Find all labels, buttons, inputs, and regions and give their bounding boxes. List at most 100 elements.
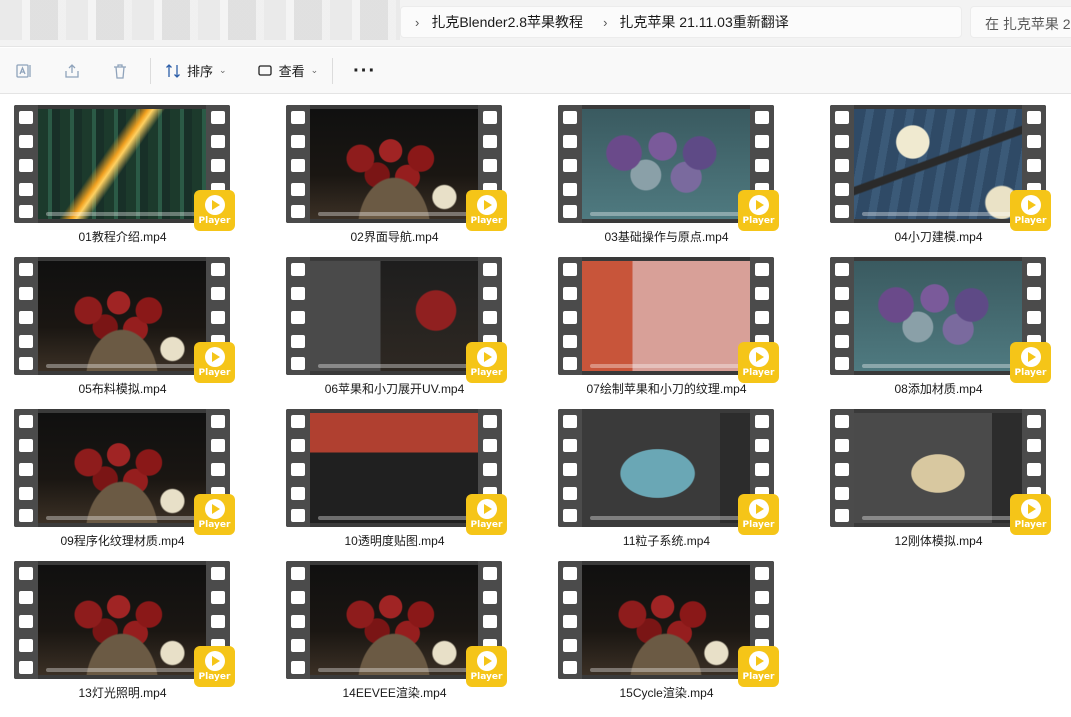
thumbnail-frame (38, 413, 206, 523)
file-name: 10透明度贴图.mp4 (344, 534, 445, 548)
thumbnail-frame (38, 109, 206, 219)
player-app-icon: Player (1010, 342, 1051, 383)
file-name: 15Cycle渲染.mp4 (619, 686, 714, 700)
subtitle-bar (46, 668, 198, 672)
player-app-icon: Player (194, 646, 235, 687)
subtitle-bar (318, 516, 470, 520)
sort-button[interactable]: 排序 ⌄ (157, 55, 235, 87)
file-item[interactable]: Player 04小刀建模.mp4 (816, 95, 1071, 247)
breadcrumb-item-current[interactable]: 扎克苹果 21.11.03重新翻译 (619, 12, 788, 32)
player-app-icon: Player (466, 342, 507, 383)
film-sprocket-strip (286, 105, 310, 223)
player-app-icon: Player (738, 342, 779, 383)
film-sprocket-strip (830, 257, 854, 375)
film-sprocket-strip (286, 409, 310, 527)
file-item[interactable]: Player 13灯光照明.mp4 (0, 551, 272, 703)
file-item[interactable]: Player 12刚体模拟.mp4 (816, 399, 1071, 551)
film-sprocket-strip (830, 409, 854, 527)
view-label: 查看 (278, 64, 305, 79)
breadcrumb[interactable]: › 扎克Blender2.8苹果教程 › 扎克苹果 21.11.03重新翻译 (400, 6, 962, 38)
file-item[interactable]: Player 11粒子系统.mp4 (544, 399, 816, 551)
play-icon (748, 195, 769, 215)
subtitle-bar (318, 212, 470, 216)
play-icon (476, 347, 497, 367)
file-item[interactable]: Player 07绘制苹果和小刀的纹理.mp4 (544, 247, 816, 399)
film-sprocket-strip (558, 561, 582, 679)
film-sprocket-strip (14, 257, 38, 375)
player-app-icon: Player (1010, 494, 1051, 535)
file-item[interactable]: Player 15Cycle渲染.mp4 (544, 551, 816, 703)
player-badge-label: Player (198, 368, 231, 378)
chevron-right-icon[interactable]: › (603, 15, 607, 30)
file-item[interactable]: Player 05布料模拟.mp4 (0, 247, 272, 399)
subtitle-bar (318, 364, 470, 368)
view-button[interactable]: 查看 ⌄ (249, 55, 327, 87)
player-badge-label: Player (198, 520, 231, 530)
file-item[interactable]: Player 10透明度贴图.mp4 (272, 399, 544, 551)
chevron-down-icon: ⌄ (310, 65, 319, 75)
thumbnail-frame (310, 261, 478, 371)
file-item[interactable]: Player 03基础操作与原点.mp4 (544, 95, 816, 247)
file-grid: Player 01教程介绍.mp4 Player 02界面导航.mp4 Play… (0, 95, 1071, 717)
player-badge-label: Player (470, 672, 503, 682)
subtitle-bar (862, 212, 1014, 216)
file-name: 08添加材质.mp4 (894, 382, 983, 396)
breadcrumb-item-folder[interactable]: 扎克Blender2.8苹果教程 (431, 12, 583, 32)
file-item[interactable]: Player 14EEVEE渲染.mp4 (272, 551, 544, 703)
subtitle-bar (862, 516, 1014, 520)
play-icon (748, 347, 769, 367)
rename-icon[interactable] (0, 55, 48, 87)
film-sprocket-strip (558, 105, 582, 223)
player-badge-label: Player (742, 520, 775, 530)
play-icon (1020, 499, 1041, 519)
player-badge-label: Player (470, 520, 503, 530)
play-icon (476, 651, 497, 671)
subtitle-bar (590, 364, 742, 368)
play-icon (476, 499, 497, 519)
player-app-icon: Player (738, 494, 779, 535)
player-badge-label: Player (198, 216, 231, 226)
play-icon (748, 499, 769, 519)
thumbnail-frame (582, 413, 750, 523)
player-app-icon: Player (194, 190, 235, 231)
player-app-icon: Player (1010, 190, 1051, 231)
player-badge-label: Player (1014, 368, 1047, 378)
thumbnail-frame (582, 261, 750, 371)
file-name: 04小刀建模.mp4 (894, 230, 983, 244)
thumbnail-frame (582, 109, 750, 219)
command-bar: 排序 ⌄ 查看 ⌄ ··· (0, 48, 1071, 94)
player-badge-label: Player (742, 672, 775, 682)
file-item[interactable]: Player 02界面导航.mp4 (272, 95, 544, 247)
delete-icon[interactable] (96, 55, 144, 87)
more-options-button[interactable]: ··· (339, 55, 390, 87)
sort-label: 排序 (187, 64, 214, 79)
file-name: 12刚体模拟.mp4 (894, 534, 983, 548)
file-item[interactable]: Player 01教程介绍.mp4 (0, 95, 272, 247)
sort-icon (166, 63, 180, 78)
file-name: 02界面导航.mp4 (350, 230, 439, 244)
share-icon[interactable] (48, 55, 96, 87)
play-icon (1020, 195, 1041, 215)
file-item[interactable]: Player 08添加材质.mp4 (816, 247, 1071, 399)
file-item[interactable]: Player 06苹果和小刀展开UV.mp4 (272, 247, 544, 399)
subtitle-bar (46, 364, 198, 368)
play-icon (204, 499, 225, 519)
file-name: 06苹果和小刀展开UV.mp4 (324, 382, 465, 396)
film-sprocket-strip (14, 105, 38, 223)
player-app-icon: Player (738, 190, 779, 231)
thumbnail-frame (38, 261, 206, 371)
subtitle-bar (318, 668, 470, 672)
player-app-icon: Player (466, 190, 507, 231)
player-badge-label: Player (470, 216, 503, 226)
search-input[interactable]: 在 扎克苹果 2 (970, 6, 1071, 38)
chevron-down-icon: ⌄ (219, 65, 227, 75)
thumbnail-frame (310, 413, 478, 523)
film-sprocket-strip (830, 105, 854, 223)
thumbnail-frame (854, 261, 1022, 371)
play-icon (204, 651, 225, 671)
file-item[interactable]: Player 09程序化纹理材质.mp4 (0, 399, 272, 551)
play-icon (1020, 347, 1041, 367)
chevron-right-icon[interactable]: › (415, 15, 419, 30)
thumbnail-frame (310, 109, 478, 219)
file-name: 03基础操作与原点.mp4 (604, 230, 729, 244)
